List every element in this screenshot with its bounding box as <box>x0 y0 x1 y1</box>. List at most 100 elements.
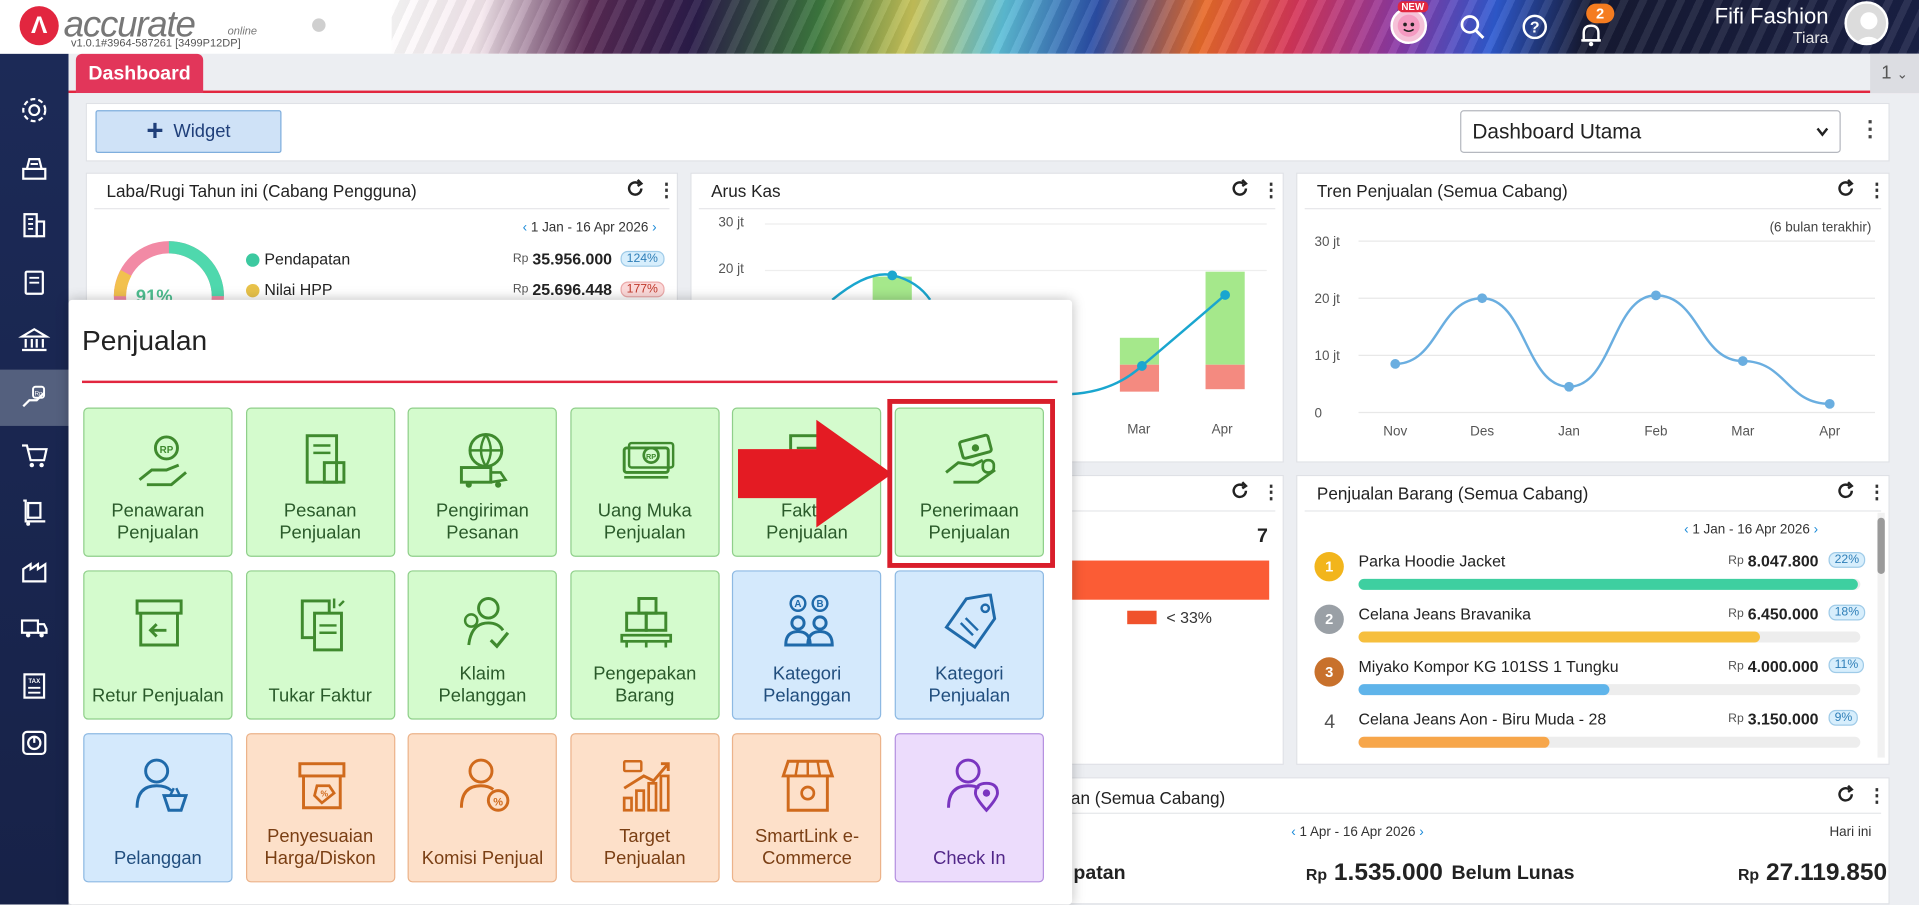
panel-penjualan-barang: Penjualan Barang (Semua Cabang) ⋮ ‹ 1 Ja… <box>1296 474 1890 765</box>
tile-label: Penawaran Penjualan <box>111 500 205 544</box>
tile-pesanan-penjualan[interactable]: Pesanan Penjualan <box>245 407 396 557</box>
sidebar-item-kas[interactable] <box>0 140 69 196</box>
sidebar-item-pembelian[interactable] <box>0 427 69 483</box>
tab-counter-dropdown[interactable]: 1 ⌄ <box>1870 53 1919 94</box>
tile-smartlink-e-commerce[interactable]: SmartLink e-Commerce <box>732 733 882 883</box>
sidebar-item-persediaan[interactable] <box>0 485 69 541</box>
percent-badge: 124% <box>620 250 665 267</box>
tile-pengiriman-pesanan[interactable]: Pengiriman Pesanan <box>407 407 558 557</box>
dashboard-select[interactable]: Dashboard Utama <box>1460 110 1841 153</box>
chevron-right-icon[interactable]: › <box>652 220 656 235</box>
scrollbar-thumb[interactable] <box>1877 517 1885 575</box>
sidebar-item-pajak[interactable]: TAX <box>0 657 69 713</box>
svg-text:B: B <box>817 599 824 610</box>
chevron-right-icon[interactable]: › <box>1814 523 1818 538</box>
cash-register-icon <box>22 158 47 180</box>
sidebar-item-buku-besar[interactable] <box>0 255 69 311</box>
tile-label: Pengiriman Pesanan <box>436 500 529 544</box>
trend-point[interactable] <box>1737 356 1748 366</box>
percent-badge: 22% <box>1828 551 1866 568</box>
rank-number: 2 <box>1325 610 1334 628</box>
product-row[interactable]: 4 Celana Jeans Aon - Biru Muda - 28 Rp 3.15… <box>1310 705 1873 754</box>
panel-menu-icon[interactable]: ⋮ <box>1868 481 1886 503</box>
trend-point[interactable] <box>1824 398 1835 409</box>
panel-title: Laba/Rugi Tahun ini (Cabang Pengguna) <box>106 181 417 201</box>
sidebar-item-aset[interactable] <box>0 542 69 598</box>
notification-count-badge[interactable]: 2 <box>1586 3 1614 24</box>
tile-check-in[interactable]: Check In <box>894 733 1044 883</box>
trend-point[interactable] <box>1477 293 1488 304</box>
product-row[interactable]: 2 Celana Jeans Bravanika Rp 6.450.000 18% <box>1310 600 1873 649</box>
mascot-avatar-icon[interactable] <box>1390 7 1428 45</box>
sidebar-item-penjualan[interactable]: Rp <box>0 369 69 426</box>
tile-pengepakan-barang[interactable]: Pengepakan Barang <box>570 570 720 720</box>
logo-sub: online <box>227 24 258 37</box>
sidebar-item-laporan[interactable] <box>0 715 69 771</box>
panel-menu-icon[interactable]: ⋮ <box>1868 785 1886 807</box>
product-row[interactable]: 1 Parka Hoodie Jacket Rp 8.047.800 22% <box>1310 547 1873 596</box>
tile-klaim-pelanggan[interactable]: Klaim Pelanggan <box>407 570 558 720</box>
money-stack-icon: RP <box>571 428 720 492</box>
tile-komisi-penjual[interactable]: % Komisi Penjual <box>407 733 558 883</box>
date-range: ‹ 1 Jan - 16 Apr 2026 › <box>1684 523 1818 538</box>
product-row[interactable]: 3 Miyako Kompor KG 101SS 1 Tungku Rp 4.000.… <box>1310 652 1873 701</box>
tab-dashboard[interactable]: Dashboard <box>75 53 204 94</box>
refresh-icon[interactable] <box>625 179 645 205</box>
summary-label-left: patan <box>1073 862 1126 884</box>
chevron-right-icon[interactable]: › <box>1419 825 1423 840</box>
x-tick-label: Apr <box>1211 422 1233 437</box>
svg-text:?: ? <box>1530 19 1540 36</box>
document-box-icon <box>247 428 396 492</box>
search-icon[interactable] <box>1455 10 1489 44</box>
company-name[interactable]: Fifi Fashion <box>1701 4 1829 30</box>
product-name: Celana Jeans Aon - Biru Muda - 28 <box>1358 709 1607 729</box>
tile-uang-muka-penjualan[interactable]: RP Uang Muka Penjualan <box>570 407 720 557</box>
sidebar-item-perusahaan[interactable] <box>0 197 69 253</box>
panel-menu-icon[interactable]: ⋮ <box>657 179 675 201</box>
refresh-icon[interactable] <box>1230 481 1250 507</box>
sidebar-item-settings[interactable] <box>0 82 69 138</box>
tile-kategori-pelanggan[interactable]: A B Kategori Pelanggan <box>732 570 882 720</box>
tile-pelanggan[interactable]: Pelanggan <box>83 733 233 883</box>
tile-kategori-penjualan[interactable]: Kategori Penjualan <box>894 570 1044 720</box>
highlight-frame <box>887 398 1056 568</box>
percent-badge: 9% <box>1828 709 1859 726</box>
tile-penawaran-penjualan[interactable]: RP Penawaran Penjualan <box>83 407 233 557</box>
add-widget-button[interactable]: + Widget <box>95 110 282 153</box>
tile-label: Pengepakan Barang <box>593 663 697 707</box>
tile-penyesuaian-harga-diskon[interactable]: % Penyesuaian Harga/Diskon <box>245 733 395 883</box>
tile-label: SmartLink e-Commerce <box>754 826 860 869</box>
help-icon[interactable]: ? <box>1518 10 1552 44</box>
legend-swatch <box>1127 610 1157 625</box>
panel-divider <box>94 208 670 210</box>
tile-tukar-faktur[interactable]: Tukar Faktur <box>245 570 395 720</box>
svg-text:A: A <box>795 599 802 610</box>
user-name[interactable]: Tiara <box>1701 28 1829 46</box>
tile-retur-penjualan[interactable]: Retur Penjualan <box>83 570 233 720</box>
scrollbar[interactable] <box>1877 512 1885 758</box>
currency-label: Rp <box>1728 554 1744 568</box>
chevron-left-icon[interactable]: ‹ <box>1684 523 1688 538</box>
tile-target-penjualan[interactable]: Target Penjualan <box>570 733 720 883</box>
x-tick-label: Des <box>1470 424 1494 439</box>
trend-point[interactable] <box>1390 359 1401 369</box>
toolbar-menu-icon[interactable]: ⋮ <box>1859 116 1881 142</box>
penjualan-menu-popup: Penjualan RP Penawaran Penjualan Pesanan P… <box>68 299 1073 905</box>
svg-text:RP: RP <box>646 452 656 461</box>
trend-point[interactable] <box>1651 290 1661 301</box>
chevron-left-icon[interactable]: ‹ <box>523 220 527 235</box>
refresh-icon[interactable] <box>1836 481 1856 507</box>
tile-label: Retur Penjualan <box>92 685 224 707</box>
status-count: 7 <box>1256 526 1268 548</box>
y-tick-label: 10 jt <box>1314 348 1340 363</box>
panel-menu-icon[interactable]: ⋮ <box>1262 481 1280 503</box>
summary-amount: 27.119.850 <box>1765 859 1888 887</box>
ledger-book-icon <box>24 270 44 295</box>
trend-point[interactable] <box>1564 381 1574 392</box>
sidebar-item-manufaktur[interactable] <box>0 600 69 656</box>
chevron-down-icon <box>1815 111 1830 166</box>
user-avatar-icon[interactable] <box>1844 1 1889 46</box>
chevron-left-icon[interactable]: ‹ <box>1291 825 1295 840</box>
sidebar-item-bank[interactable] <box>0 312 69 368</box>
refresh-icon[interactable] <box>1836 784 1856 811</box>
